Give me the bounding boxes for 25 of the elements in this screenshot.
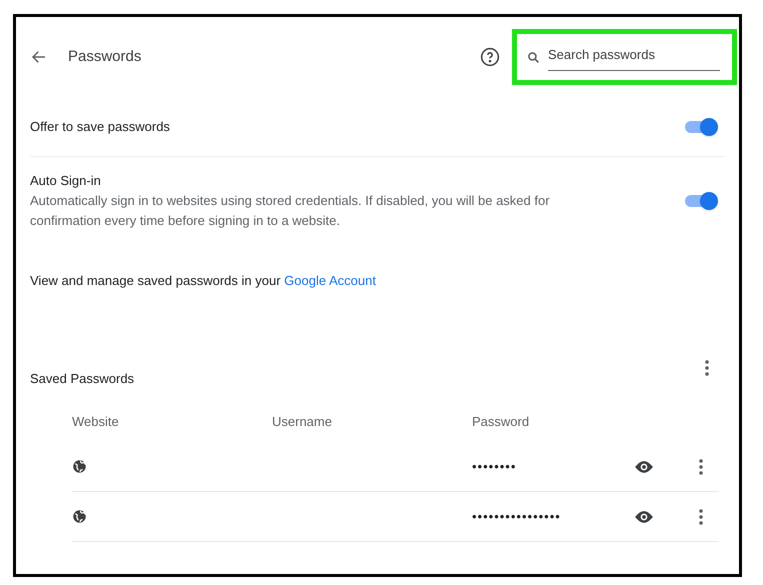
setting-label: Auto Sign-in <box>30 172 102 190</box>
setting-description: Automatically sign in to websites using stored credentials. If disabled, you will be asked for confirmation every time before signing in to a website. <box>30 192 551 230</box>
eye-icon[interactable] <box>634 510 654 524</box>
column-header: Password <box>472 413 530 431</box>
search-input[interactable]: Search passwords <box>548 45 720 64</box>
column-header: Website <box>72 413 120 431</box>
more-icon[interactable] <box>699 458 703 474</box>
column-header: Username <box>272 413 333 431</box>
page-title: Passwords <box>68 46 142 67</box>
password-value: •••••••• <box>472 458 518 476</box>
section-title: Saved Passwords <box>30 370 134 388</box>
globe-icon <box>72 509 87 524</box>
toggle-switch[interactable] <box>683 116 719 136</box>
globe-icon <box>72 459 87 474</box>
eye-icon[interactable] <box>634 460 654 474</box>
more-icon[interactable] <box>699 508 703 524</box>
setting-label: Offer to save passwords <box>30 118 170 136</box>
toggle-switch[interactable] <box>683 190 719 211</box>
more-icon[interactable] <box>705 360 709 376</box>
password-value: •••••••••••••••• <box>472 508 562 526</box>
search-icon <box>527 50 540 64</box>
account-link[interactable]: Google Account <box>284 272 376 288</box>
search-field[interactable]: Search passwords <box>548 43 720 71</box>
help-icon[interactable] <box>480 47 500 67</box>
account-note: View and manage saved passwords in your Google Account <box>30 272 377 290</box>
